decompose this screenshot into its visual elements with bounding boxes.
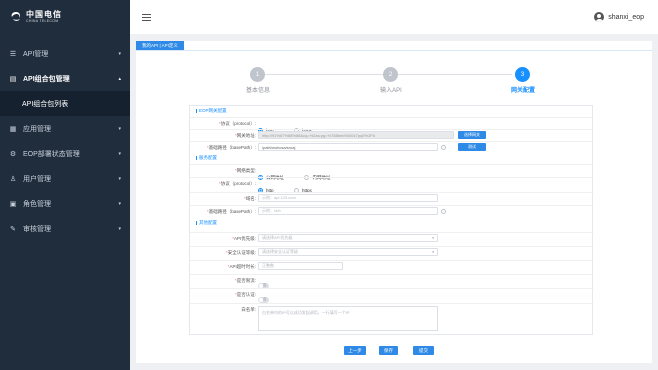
user-icon: ♙ <box>9 175 17 183</box>
sidebar-item-package-list[interactable]: API组合包列表 <box>0 91 130 116</box>
network-type-label: 网络类型: <box>236 168 256 173</box>
auth-level-label: 安全认证等级: <box>227 250 256 255</box>
sidebar-item-label: 应用管理 <box>23 125 51 133</box>
sidebar-item-label: 角色管理 <box>23 200 51 208</box>
sidebar-item-label: API组合包列表 <box>22 100 69 108</box>
timeout-label: API超时时长: <box>229 264 256 269</box>
chevron-down-icon: ▾ <box>118 125 121 132</box>
steps: 1 基本信息 2 输入API 3 网关配置 <box>136 67 652 107</box>
breadcrumb[interactable]: 我的API | API定义 <box>136 41 184 50</box>
chevron-down-icon: ▾ <box>118 225 121 232</box>
chevron-down-icon: ▾ <box>118 200 121 207</box>
network-type-row: *网络类型: 公网地址 内网地址 <box>190 164 594 180</box>
prev-step-button[interactable]: 上一步 <box>344 346 366 355</box>
role-icon: ▣ <box>9 200 17 208</box>
api-priority-row: *API优先级: 请选择API优先级 ▾ <box>190 232 594 243</box>
sidebar-item-audit-management[interactable]: ✎ 审核管理 ▾ <box>0 216 130 241</box>
help-icon[interactable] <box>441 209 446 214</box>
save-button[interactable]: 保存 <box>379 346 398 355</box>
sidebar-item-label: 用户管理 <box>23 175 51 183</box>
main-panel: 我的API | API定义 1 基本信息 2 输入API 3 网关配置 EOP网… <box>136 41 652 363</box>
protocol-row: *协议（protocol）: http https <box>190 117 594 133</box>
sidebar-item-label: API组合包管理 <box>23 75 70 83</box>
sidebar-item-app-management[interactable]: ▦ 应用管理 ▾ <box>0 116 130 141</box>
app-icon: ▦ <box>9 125 17 133</box>
settings-icon: ⚙ <box>9 150 17 158</box>
step-1-label: 基本信息 <box>245 88 270 94</box>
submit-button[interactable]: 提交 <box>413 346 434 355</box>
section-title-other: 其他配置 <box>196 220 217 226</box>
chevron-up-icon: ▴ <box>118 75 121 82</box>
step-3-label: 网关配置 <box>510 88 535 94</box>
whitelist-row: 白名单: 白名单内的IP可以成功发起调用，一行填写一个IP <box>190 303 594 333</box>
divider <box>136 50 652 51</box>
help-icon[interactable] <box>441 145 446 150</box>
sidebar-item-label: API管理 <box>23 50 49 58</box>
sidebar-menu: ☰ API管理 ▾ ▤ API组合包管理 ▴ API组合包列表 ▦ 应用管理 ▾… <box>0 41 130 241</box>
step-1-circle: 1 <box>250 67 265 82</box>
base-path-label: 基础路径（basePath）: <box>208 145 256 150</box>
gateway-address-input: http://91%67%88%88&cq=%2as:pg=%788beb900… <box>258 131 454 139</box>
brand-name: 中国电信 <box>26 9 62 19</box>
sidebar: 中国电信 CHINA TELECOM ☰ API管理 ▾ ▤ API组合包管理 … <box>0 0 130 370</box>
timeout-input[interactable]: 正整数 <box>258 262 343 270</box>
audit-icon: ✎ <box>10 225 16 233</box>
brand-name-en: CHINA TELECOM <box>26 18 59 23</box>
service-protocol-label: 协议（protocol）: <box>220 181 256 186</box>
auth-level-row: *安全认证等级: 请选择安全认证等级 ▾ <box>190 246 594 257</box>
logo: 中国电信 CHINA TELECOM <box>0 0 130 34</box>
rate-limit-row: *是否限流: 否 <box>190 274 594 289</box>
whitelist-textarea[interactable]: 白名单内的IP可以成功发起调用，一行填写一个IP <box>258 306 438 331</box>
timeout-row: *API超时时长: 正整数 <box>190 260 594 271</box>
base-path-row: *基础路径（basePath）: /path/wohcsa/sruaj 测试 <box>190 141 594 152</box>
sidebar-item-role-management[interactable]: ▣ 角色管理 ▾ <box>0 191 130 216</box>
api-priority-select[interactable]: 请选择API优先级 ▾ <box>258 234 438 242</box>
protocol-label: 协议（protocol）: <box>220 121 256 126</box>
auth-level-select[interactable]: 请选择安全认证等级 ▾ <box>258 248 438 256</box>
rate-limit-label: 是否限流: <box>236 278 256 283</box>
section-title-gateway: EOP网关配置 <box>196 108 227 114</box>
step-2-label: 输入API <box>380 88 402 94</box>
gateway-config-form: EOP网关配置 *协议（protocol）: http https *网关地址:… <box>189 105 594 335</box>
test-button[interactable]: 测试 <box>458 143 486 151</box>
chevron-down-icon: ▾ <box>118 175 121 182</box>
base-path-input[interactable]: /path/wohcsa/sruaj <box>258 143 438 151</box>
api-priority-label: API优先级: <box>233 236 256 241</box>
select-gateway-button[interactable]: 选择网关 <box>458 131 486 139</box>
avatar <box>594 12 605 22</box>
chevron-down-icon: ▾ <box>432 236 434 240</box>
domain-label: 域名: <box>245 196 256 201</box>
user-menu[interactable]: shanxi_eop <box>594 12 644 22</box>
auth-required-label: 是否认证: <box>236 292 256 297</box>
sidebar-item-user-management[interactable]: ♙ 用户管理 ▾ <box>0 166 130 191</box>
gateway-address-row: *网关地址: http://91%67%88%88&cq=%2as:pg=%78… <box>190 129 594 140</box>
auth-required-row: *是否认证: 否 <box>190 288 594 303</box>
sidebar-item-api-management[interactable]: ☰ API管理 ▾ <box>0 41 130 66</box>
service-base-path-row: *基础路径（basePath）: 示例：/a/b <box>190 205 594 216</box>
service-base-path-label: 基础路径（basePath）: <box>208 209 256 214</box>
username: shanxi_eop <box>608 13 644 21</box>
sidebar-item-label: EOP部署状态管理 <box>23 150 80 158</box>
service-base-path-input[interactable]: 示例：/a/b <box>258 207 438 215</box>
domain-input[interactable]: 示例：api.123.com <box>258 194 438 202</box>
service-protocol-row: *协议（protocol）: http https <box>190 177 594 193</box>
top-header: shanxi_eop <box>130 0 658 34</box>
china-telecom-logo-icon <box>11 12 20 21</box>
sidebar-item-package-management[interactable]: ▤ API组合包管理 ▴ <box>0 66 130 91</box>
package-icon: ▤ <box>9 75 17 83</box>
chevron-down-icon: ▾ <box>118 50 121 57</box>
sidebar-item-deploy-status[interactable]: ⚙ EOP部署状态管理 ▾ <box>0 141 130 166</box>
menu-toggle-icon[interactable] <box>142 13 151 21</box>
chevron-down-icon: ▾ <box>432 250 434 254</box>
domain-row: *域名: 示例：api.123.com <box>190 192 594 203</box>
whitelist-label: 白名单: <box>241 307 256 312</box>
sidebar-item-label: 审核管理 <box>23 225 51 233</box>
section-title-service: 服务配置 <box>196 155 217 161</box>
chevron-down-icon: ▾ <box>118 150 121 157</box>
step-3-circle: 3 <box>515 67 530 82</box>
api-icon: ☰ <box>9 50 17 58</box>
gateway-address-label: 网关地址: <box>236 133 256 138</box>
step-2-circle: 2 <box>383 67 398 82</box>
